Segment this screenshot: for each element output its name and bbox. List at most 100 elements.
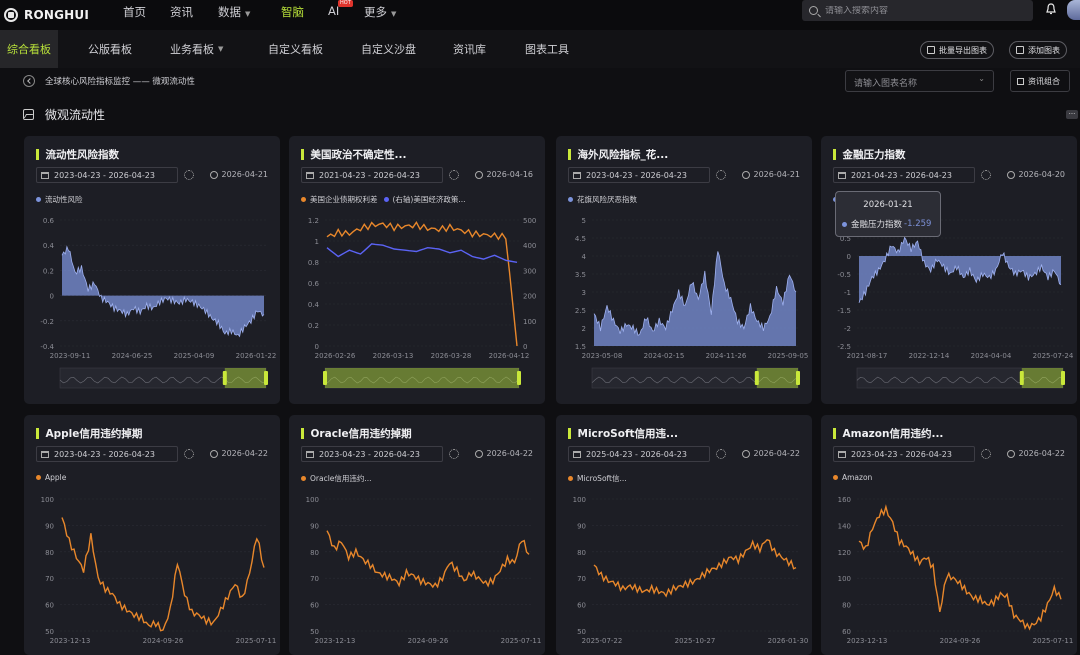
nav-item-more[interactable]: 更多 ▼ <box>364 4 396 20</box>
nav-item-news[interactable]: 资讯 <box>170 4 193 20</box>
chart-card[interactable]: 金融压力指数 2021-04-23 - 2026-04-23 2026-04-2… <box>821 136 1077 404</box>
chart-legend[interactable]: Apple <box>36 473 66 482</box>
chart-plot[interactable]: 5 4.5 4 3.5 3 2.5 2 1.52023-05-08 2024-02-15 2024… <box>556 206 812 404</box>
news-combo-label: 资讯组合 <box>1028 76 1060 86</box>
news-combo-button[interactable]: 资讯组合 <box>1010 70 1070 92</box>
chart-card[interactable]: Amazon信用违约... 2023-04-23 - 2026-04-23 20… <box>821 415 1077 655</box>
gear-icon[interactable] <box>981 170 991 180</box>
chart-legend[interactable]: Amazon <box>833 473 872 482</box>
gear-icon[interactable] <box>184 449 194 459</box>
range-slider-handle[interactable] <box>754 371 759 385</box>
date-range-picker[interactable]: 2021-04-23 - 2026-04-23 <box>301 167 443 183</box>
y-tick-label: 90 <box>45 522 54 530</box>
legend-item-2[interactable]: (右轴)美国经济政策... <box>383 194 466 205</box>
nav-item-ai[interactable]: AI HOT <box>328 0 353 18</box>
range-slider-window[interactable] <box>325 368 519 388</box>
chart-plot[interactable]: 100 90 80 70 60 502023-12-13 2024-09-26 2025-07… <box>24 485 280 655</box>
y-tick-label: 80 <box>310 549 319 557</box>
y-tick-label: 70 <box>45 575 54 583</box>
chart-legend[interactable]: MicroSoft信... <box>568 473 627 484</box>
card-title[interactable]: 海外风险指标_花... <box>568 147 669 162</box>
nav-item-smart-brain[interactable]: 智脑 <box>281 4 304 20</box>
card-title[interactable]: Oracle信用违约掉期 <box>301 426 412 441</box>
range-slider-handle[interactable] <box>517 371 521 385</box>
range-slider-handle[interactable] <box>323 371 327 385</box>
update-date-text: 2026-04-22 <box>1018 449 1066 458</box>
card-title[interactable]: 金融压力指数 <box>833 147 906 162</box>
chart-plot[interactable]: 100 90 80 70 60 502023-12-13 2024-09-26 2025-07… <box>289 485 545 655</box>
range-slider-handle[interactable] <box>796 371 800 385</box>
chart-legend[interactable]: 花旗风险厌恶指数 <box>568 194 637 205</box>
date-range-picker[interactable]: 2021-04-23 - 2026-04-23 <box>833 167 975 183</box>
range-slider-handle[interactable] <box>1019 371 1024 385</box>
add-chart-button[interactable]: 添加图表 <box>1009 41 1067 59</box>
y2-tick-label: 200 <box>523 293 536 301</box>
gear-icon[interactable] <box>716 449 726 459</box>
chart-card[interactable]: Apple信用违约掉期 2023-04-23 - 2026-04-23 2026… <box>24 415 280 655</box>
tooltip-value: -1.259 <box>904 219 932 229</box>
update-date-text: 2026-04-16 <box>486 170 534 179</box>
range-slider-handle[interactable] <box>264 371 268 385</box>
date-range-picker[interactable]: 2025-04-23 - 2026-04-23 <box>568 446 710 462</box>
range-slider-window[interactable] <box>756 368 798 388</box>
card-title[interactable]: 流动性风险指数 <box>36 147 120 162</box>
brand-logo[interactable]: RONGHUI <box>4 8 114 22</box>
tab-custom-sandbox[interactable]: 自定义沙盘 <box>361 30 416 68</box>
nav-item-data[interactable]: 数据 ▼ <box>218 4 250 20</box>
range-slider-window[interactable] <box>224 368 266 388</box>
x-tick-label: 2026-01-30 <box>768 637 809 645</box>
bell-icon[interactable] <box>1045 3 1057 16</box>
gear-icon[interactable] <box>716 170 726 180</box>
batch-export-button[interactable]: 批量导出图表 <box>920 41 994 59</box>
avatar[interactable] <box>1067 0 1080 20</box>
chart-card[interactable]: MicroSoft信用违... 2025-04-23 - 2026-04-23 … <box>556 415 812 655</box>
gear-icon[interactable] <box>184 170 194 180</box>
chart-legend[interactable]: 美国企业债期权利差 (右轴)美国经济政策... <box>301 194 466 205</box>
tab-custom-board[interactable]: 自定义看板 <box>268 30 323 68</box>
card-title[interactable]: Amazon信用违约... <box>833 426 944 441</box>
date-range-picker[interactable]: 2023-04-23 - 2026-04-23 <box>301 446 443 462</box>
card-title[interactable]: MicroSoft信用违... <box>568 426 679 441</box>
range-slider-window[interactable] <box>1021 368 1063 388</box>
tab-news-library[interactable]: 资讯库 <box>453 30 486 68</box>
back-icon[interactable] <box>23 75 35 87</box>
chart-plot[interactable]: 160 140 120 100 80 602023-12-13 2024-09-26 2025… <box>821 485 1077 655</box>
tab-chart-tools[interactable]: 图表工具 <box>525 30 569 68</box>
gear-icon[interactable] <box>981 449 991 459</box>
chart-name-placeholder: 请输入图表名称 <box>854 79 918 89</box>
chart-plot[interactable]: 100 90 80 70 60 502025-07-22 2025-10-27 2026-01… <box>556 485 812 655</box>
x-tick-label: 2024-11-26 <box>706 352 747 360</box>
chart-legend[interactable]: Oracle信用违约... <box>301 473 372 484</box>
date-range-text: 2023-04-23 - 2026-04-23 <box>54 170 155 180</box>
tab-business-board[interactable]: 业务看板 ▼ <box>170 30 223 68</box>
card-title[interactable]: Apple信用违约掉期 <box>36 426 143 441</box>
date-range-picker[interactable]: 2023-04-23 - 2026-04-23 <box>833 446 975 462</box>
date-range-picker[interactable]: 2023-04-23 - 2026-04-23 <box>36 446 178 462</box>
chart-plot[interactable]: 0.6 0.4 0.2 0 -0.2 -0.42023-09-11 2024-06-25 20… <box>24 206 280 404</box>
chart-name-select[interactable]: 请输入图表名称 ⌄ <box>845 70 994 92</box>
global-search[interactable] <box>802 0 1033 21</box>
chart-card[interactable]: Oracle信用违约掉期 2023-04-23 - 2026-04-23 202… <box>289 415 545 655</box>
tab-overview-board[interactable]: 综合看板 <box>0 30 58 68</box>
gear-icon[interactable] <box>449 449 459 459</box>
clock-icon <box>209 449 218 458</box>
chart-card[interactable]: 流动性风险指数 2023-04-23 - 2026-04-23 2026-04-… <box>24 136 280 404</box>
range-slider-handle[interactable] <box>222 371 227 385</box>
chart-legend[interactable]: 流动性风险 <box>36 194 83 205</box>
more-options-icon[interactable]: ... <box>1066 109 1078 119</box>
chart-card[interactable]: 海外风险指标_花... 2023-04-23 - 2026-04-23 2026… <box>556 136 812 404</box>
x-tick-label: 2025-07-24 <box>1033 352 1074 360</box>
range-slider-handle[interactable] <box>1061 371 1065 385</box>
search-input[interactable] <box>825 5 1015 16</box>
nav-item-home[interactable]: 首页 <box>123 4 146 20</box>
chart-card[interactable]: 美国政治不确定性... 2021-04-23 - 2026-04-23 2026… <box>289 136 545 404</box>
gear-icon[interactable] <box>449 170 459 180</box>
card-title[interactable]: 美国政治不确定性... <box>301 147 407 162</box>
y-tick-label: -2.5 <box>837 343 851 351</box>
chart-plot[interactable]: 1.210.80.60.40.2050040030020010002026-02… <box>289 206 545 404</box>
date-range-picker[interactable]: 2023-04-23 - 2026-04-23 <box>36 167 178 183</box>
date-range-picker[interactable]: 2023-04-23 - 2026-04-23 <box>568 167 710 183</box>
combo-icon <box>1017 77 1024 85</box>
date-range-text: 2021-04-23 - 2026-04-23 <box>319 170 420 180</box>
tab-public-board[interactable]: 公版看板 <box>88 30 132 68</box>
